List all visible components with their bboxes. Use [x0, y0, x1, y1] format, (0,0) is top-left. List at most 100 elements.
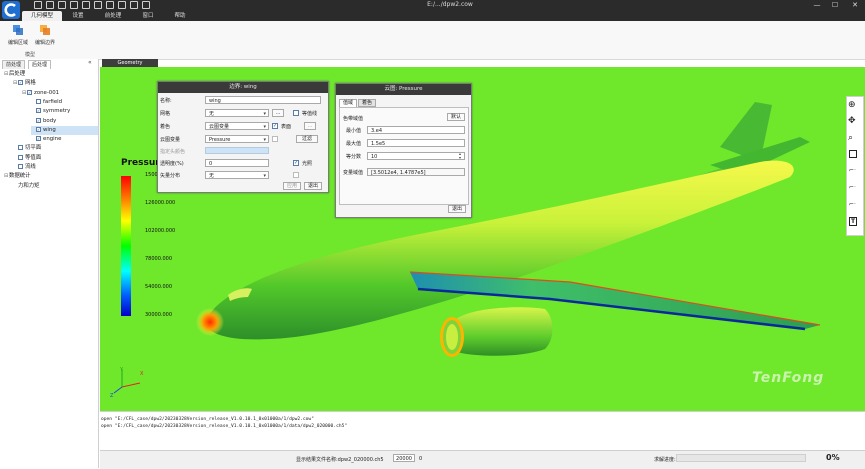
tree-checkbox[interactable]	[36, 98, 41, 104]
vector-option-checkbox[interactable]	[293, 172, 299, 178]
tree-checkbox[interactable]: ✓	[36, 108, 41, 114]
tip-color-label: 指定头颜色	[160, 149, 186, 155]
default-button[interactable]: 默认	[447, 113, 465, 121]
orient-icon[interactable]: ⊕	[848, 100, 856, 110]
tree-item-label: body	[43, 117, 57, 124]
tree-item[interactable]: ✓ symmetry	[31, 107, 70, 116]
apply-button[interactable]: 应用	[283, 182, 301, 190]
tree-item-label: zone-001	[34, 89, 60, 96]
tab-range[interactable]: 值域	[339, 99, 357, 107]
tree-item-label: 切平面	[25, 145, 42, 152]
tree-item[interactable]: ⊟ ✓ 网格	[13, 79, 36, 88]
tree-item[interactable]: ✓ engine	[31, 135, 61, 144]
tree-checkbox[interactable]	[18, 164, 23, 169]
menu-window[interactable]: 窗口	[134, 11, 162, 21]
edit-boundary-button[interactable]: 编辑边界	[32, 24, 58, 46]
min-field[interactable]: 3.e4	[367, 126, 465, 134]
progress-bar	[676, 454, 806, 462]
tree-item[interactable]: ✓ body	[31, 117, 56, 126]
tab-coloring[interactable]: 着色	[358, 99, 376, 107]
tree-item[interactable]: farfield	[31, 98, 62, 107]
contour-exit-button[interactable]: 退出	[448, 205, 466, 213]
save-as-icon[interactable]	[70, 1, 78, 9]
contour-var-select[interactable]: Pressure	[205, 135, 269, 143]
tree-checkbox[interactable]: ✓	[18, 80, 23, 86]
fit-icon[interactable]	[849, 150, 857, 158]
ribbon	[0, 21, 865, 60]
tree-item[interactable]: ✓ wing	[31, 125, 98, 135]
app-logo-icon[interactable]	[2, 1, 20, 19]
axis-y-icon[interactable]: ⌐·	[849, 184, 856, 191]
surface-checkbox[interactable]: ✓	[272, 123, 278, 129]
tab-preprocess[interactable]: 前处理	[2, 60, 26, 69]
edit-region-button[interactable]: 编辑区域	[5, 24, 31, 46]
min-label: 最小值	[346, 128, 362, 134]
help-icon[interactable]	[130, 1, 138, 9]
color-select[interactable]: 云图变量	[205, 122, 269, 130]
new-file-icon[interactable]	[34, 1, 42, 9]
transparency-field[interactable]: 0	[205, 159, 269, 167]
zoom-icon[interactable]: ⌕	[848, 133, 853, 143]
name-field[interactable]: wing	[205, 96, 321, 104]
menu-preprocess[interactable]: 前处理	[96, 11, 130, 21]
legend-label: 54000.000	[145, 284, 173, 290]
tree-item[interactable]: ⊟数据统计	[4, 172, 31, 181]
axis-z-label: Z	[110, 393, 114, 399]
mesh-more-button[interactable]: ...	[272, 109, 284, 117]
save-icon[interactable]	[58, 1, 66, 9]
color-more-button[interactable]: ...	[304, 122, 316, 130]
tree-item[interactable]: ⊟ ✓ zone-001	[22, 89, 59, 98]
pan-icon[interactable]: ✥	[848, 116, 856, 126]
text-icon[interactable]: T	[849, 217, 857, 226]
tip-color-swatch[interactable]	[205, 147, 269, 154]
tree-checkbox[interactable]: ✓	[36, 117, 41, 123]
compute-icon[interactable]	[106, 1, 114, 9]
boundary-exit-button[interactable]: 退出	[304, 182, 322, 190]
tree-checkbox[interactable]: ✓	[27, 89, 32, 95]
tree-item[interactable]: 等值面	[13, 154, 41, 163]
tree-item[interactable]: 切平面	[13, 144, 41, 153]
edit-boundary-icon	[39, 24, 51, 36]
tree-checkbox[interactable]	[18, 145, 23, 151]
spin-arrows-icon[interactable]: ▴ ▾	[459, 152, 461, 160]
menu-geometry[interactable]: 几何模型	[22, 11, 62, 21]
edit-region-icon	[12, 24, 24, 36]
close-button[interactable]: ✕	[848, 0, 862, 10]
step-field[interactable]: 20000	[393, 454, 415, 462]
divisions-spinbox[interactable]: 10	[367, 152, 465, 160]
var-option-checkbox[interactable]	[272, 136, 278, 142]
maximize-button[interactable]: ☐	[828, 0, 842, 10]
contour-line-label: 等值线	[302, 111, 318, 117]
color-label: 着色	[160, 124, 171, 130]
tree-item[interactable]: 流线	[13, 163, 36, 172]
vector-select[interactable]: 无	[205, 171, 269, 179]
tree-item-label: 力和力矩	[18, 182, 40, 189]
max-field[interactable]: 1.5e5	[367, 139, 465, 147]
progress-percent: 0%	[826, 453, 840, 462]
lighting-checkbox[interactable]: ✓	[293, 160, 299, 166]
tree-checkbox[interactable]: ✓	[36, 136, 41, 142]
minimize-button[interactable]: —	[810, 0, 824, 10]
axis-x-icon[interactable]: ⌐·	[849, 167, 856, 174]
color-range-label: 色带域值	[343, 116, 364, 122]
tree-item[interactable]: 力和力矩	[13, 182, 40, 191]
tab-geometry[interactable]: Geometry	[102, 59, 158, 67]
import-icon[interactable]	[82, 1, 90, 9]
collapse-panel-button[interactable]: «	[88, 59, 92, 66]
axis-z-icon[interactable]: ⌐·	[849, 201, 856, 208]
filter-button[interactable]: 过滤	[296, 135, 318, 143]
tab-postprocess[interactable]: 后处理	[28, 60, 52, 69]
tree-item-label: 网格	[25, 80, 36, 87]
tree-item[interactable]: ⊟后处理	[4, 70, 25, 79]
menu-help[interactable]: 帮助	[166, 11, 194, 21]
mesh-select[interactable]: 无	[205, 109, 269, 117]
report-icon[interactable]	[118, 1, 126, 9]
tree-checkbox[interactable]: ✓	[36, 126, 41, 132]
tree-checkbox[interactable]	[18, 154, 23, 160]
log-icon[interactable]	[142, 1, 150, 9]
open-folder-icon[interactable]	[46, 1, 54, 9]
menu-settings[interactable]: 设置	[64, 11, 92, 21]
export-icon[interactable]	[94, 1, 102, 9]
contour-line-checkbox[interactable]	[293, 110, 299, 116]
axis-x-label: X	[140, 371, 144, 377]
